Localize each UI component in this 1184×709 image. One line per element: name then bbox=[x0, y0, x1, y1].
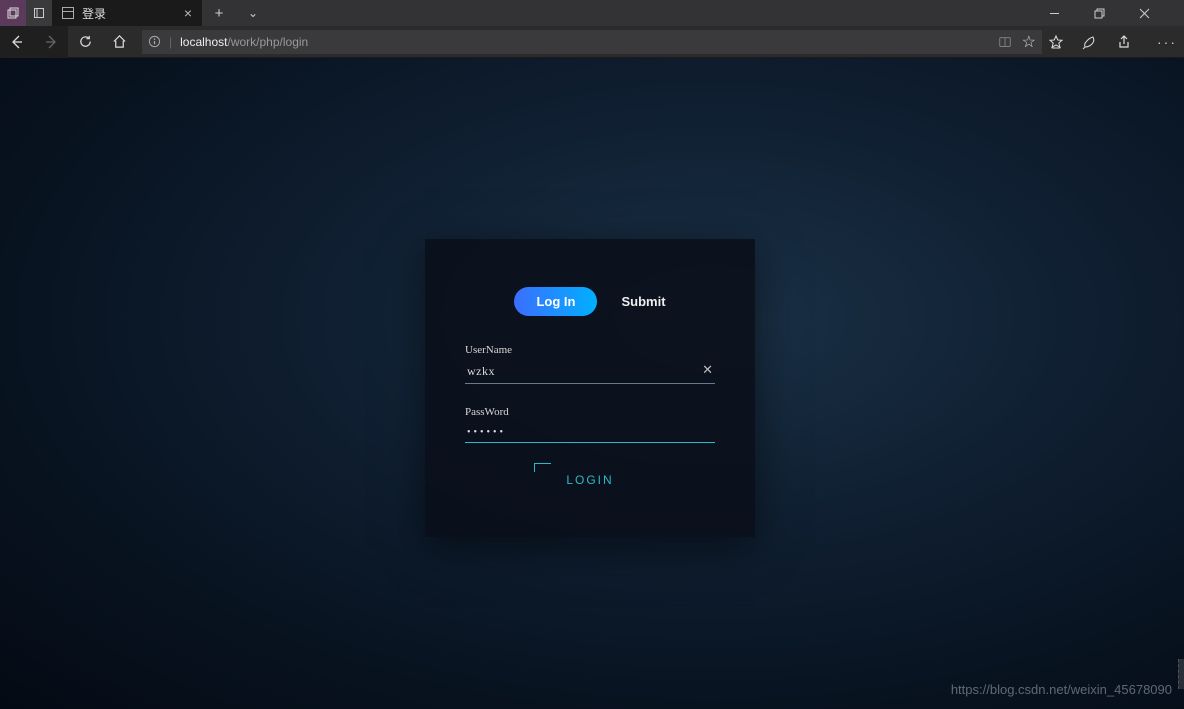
notes-button[interactable] bbox=[1082, 34, 1116, 50]
submit-tab[interactable]: Submit bbox=[621, 294, 665, 309]
info-icon[interactable] bbox=[148, 35, 161, 48]
url-input[interactable]: | localhost/work/php/login ☆ bbox=[142, 30, 1042, 54]
browser-tab[interactable]: 登录 × bbox=[52, 0, 202, 26]
url-text: localhost/work/php/login bbox=[180, 35, 308, 49]
login-card: Log In Submit UserName ✕ PassWord LOGIN bbox=[425, 239, 755, 537]
share-button[interactable] bbox=[1116, 34, 1150, 50]
username-label: UserName bbox=[465, 344, 715, 356]
reading-view-icon[interactable] bbox=[998, 35, 1012, 49]
tab-preview-button[interactable] bbox=[0, 0, 26, 26]
forward-button[interactable] bbox=[34, 26, 68, 58]
login-tab[interactable]: Log In bbox=[514, 287, 597, 316]
watermark-text: https://blog.csdn.net/weixin_45678090 bbox=[951, 682, 1172, 697]
close-icon[interactable]: × bbox=[184, 5, 192, 21]
login-button[interactable]: LOGIN bbox=[548, 467, 631, 493]
password-input[interactable] bbox=[465, 423, 715, 442]
scroll-indicator[interactable] bbox=[1178, 659, 1184, 689]
page-icon bbox=[62, 7, 74, 19]
favorites-button[interactable] bbox=[1048, 34, 1082, 50]
maximize-button[interactable] bbox=[1094, 8, 1139, 19]
minimize-button[interactable] bbox=[1049, 8, 1094, 19]
password-label: PassWord bbox=[465, 406, 715, 418]
back-button[interactable] bbox=[0, 26, 34, 58]
close-window-button[interactable] bbox=[1139, 8, 1184, 19]
home-button[interactable] bbox=[102, 26, 136, 58]
favorite-icon[interactable]: ☆ bbox=[1022, 32, 1036, 52]
more-button[interactable]: ··· bbox=[1150, 34, 1184, 50]
page-content: Log In Submit UserName ✕ PassWord LOGIN … bbox=[0, 58, 1184, 709]
tab-menu-button[interactable]: ⌄ bbox=[236, 6, 270, 20]
address-bar: | localhost/work/php/login ☆ ··· bbox=[0, 26, 1184, 58]
refresh-button[interactable] bbox=[68, 26, 102, 58]
new-tab-button[interactable]: + bbox=[202, 5, 236, 22]
tab-title: 登录 bbox=[82, 5, 106, 22]
username-input[interactable] bbox=[465, 360, 715, 383]
clear-icon[interactable]: ✕ bbox=[702, 362, 713, 378]
set-aside-tabs-button[interactable] bbox=[26, 0, 52, 26]
window-titlebar: 登录 × + ⌄ bbox=[0, 0, 1184, 26]
